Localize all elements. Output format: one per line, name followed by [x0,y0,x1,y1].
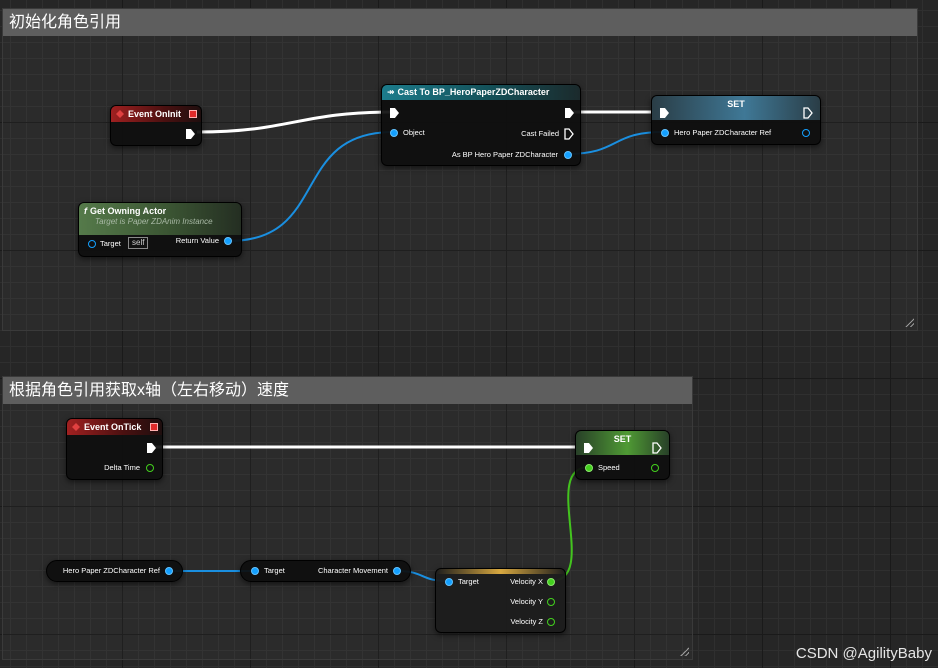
node-title: SET [613,434,632,444]
character-movement-node[interactable]: Target Character Movement [240,560,411,582]
object-output-pin[interactable] [165,567,173,575]
node-header [436,569,565,574]
pin-label: Velocity Y [510,597,543,606]
pin-label: As BP Hero Paper ZDCharacter [451,150,558,159]
pin-label: Cast Failed [521,129,559,138]
pin-label: Speed [598,463,620,472]
cast-icon: ↠ [387,87,395,97]
set-hero-ref-node[interactable]: SET Hero Paper ZDCharacter Ref [651,95,821,145]
watermark: CSDN @AgilityBaby [795,645,932,662]
object-output-pin[interactable] [564,151,572,159]
function-icon: f [84,206,87,216]
exec-out-pin[interactable] [186,129,195,139]
node-title: SET [727,99,745,109]
node-header: f Get Owning Actor Target is Paper ZDAnim… [79,203,241,235]
get-velocity-node[interactable]: Target Velocity X Velocity Y Velocity Z [435,568,566,633]
node-header: Event OnInit [111,106,201,122]
pin-label: Target [100,239,121,248]
float-output-pin[interactable] [547,578,555,586]
comment-box-init[interactable]: 初始化角色引用 [2,8,918,331]
node-title: Get Owning Actor [90,206,167,216]
node-header: SET [652,96,820,120]
cast-failed-exec-pin[interactable] [564,128,574,140]
pin-label: Target [458,577,479,586]
node-title: Cast To BP_HeroPaperZDCharacter [397,87,550,97]
node-subtitle: Target is Paper ZDAnim Instance [95,217,213,226]
exec-out-pin[interactable] [803,107,813,119]
event-oninit-node[interactable]: Event OnInit [110,105,202,146]
hero-ref-getter-node[interactable]: Hero Paper ZDCharacter Ref [46,560,183,582]
delete-icon[interactable] [150,423,158,431]
float-input-pin[interactable] [585,464,593,472]
exec-out-pin[interactable] [652,442,662,454]
event-ontick-node[interactable]: Event OnTick Delta Time [66,418,163,480]
pin-label: Hero Paper ZDCharacter Ref [674,128,772,137]
target-input-pin[interactable] [88,240,96,248]
comment-title[interactable]: 根据角色引用获取x轴（左右移动）速度 [3,377,692,404]
float-output-pin[interactable] [547,598,555,606]
pin-label: Return Value [175,236,219,245]
resize-grip-icon[interactable] [680,647,689,656]
object-input-pin[interactable] [661,129,669,137]
target-value-field[interactable]: self [128,237,149,249]
exec-out-pin[interactable] [147,443,156,453]
target-input-pin[interactable] [251,567,259,575]
pin-label: Character Movement [317,566,388,575]
comment-title[interactable]: 初始化角色引用 [3,9,917,36]
target-input-pin[interactable] [445,578,453,586]
node-title: Event OnTick [84,422,142,432]
resize-grip-icon[interactable] [905,318,914,327]
delete-icon[interactable] [189,110,197,118]
node-header: Event OnTick [67,419,162,435]
node-title: Event OnInit [128,109,182,119]
object-input-pin[interactable] [390,129,398,137]
get-owning-actor-node[interactable]: f Get Owning Actor Target is Paper ZDAnim… [78,202,242,257]
pin-label: Object [403,128,425,137]
pin-label: Hero Paper ZDCharacter Ref [62,566,160,575]
cast-to-node[interactable]: ↠ Cast To BP_HeroPaperZDCharacter Object … [381,84,581,166]
pin-label: Velocity X [510,577,543,586]
float-output-pin[interactable] [651,464,659,472]
pin-label: Target [264,566,285,575]
node-header: ↠ Cast To BP_HeroPaperZDCharacter [382,85,580,100]
exec-out-pin[interactable] [565,108,574,118]
object-output-pin[interactable] [802,129,810,137]
set-speed-node[interactable]: SET Speed [575,430,670,480]
float-output-pin[interactable] [547,618,555,626]
float-output-pin[interactable] [146,464,154,472]
return-output-pin[interactable] [224,237,232,245]
event-icon [116,110,124,118]
exec-in-pin[interactable] [390,108,399,118]
object-output-pin[interactable] [393,567,401,575]
pin-label: Delta Time [104,463,140,472]
event-icon [72,423,80,431]
pin-label: Velocity Z [510,617,543,626]
